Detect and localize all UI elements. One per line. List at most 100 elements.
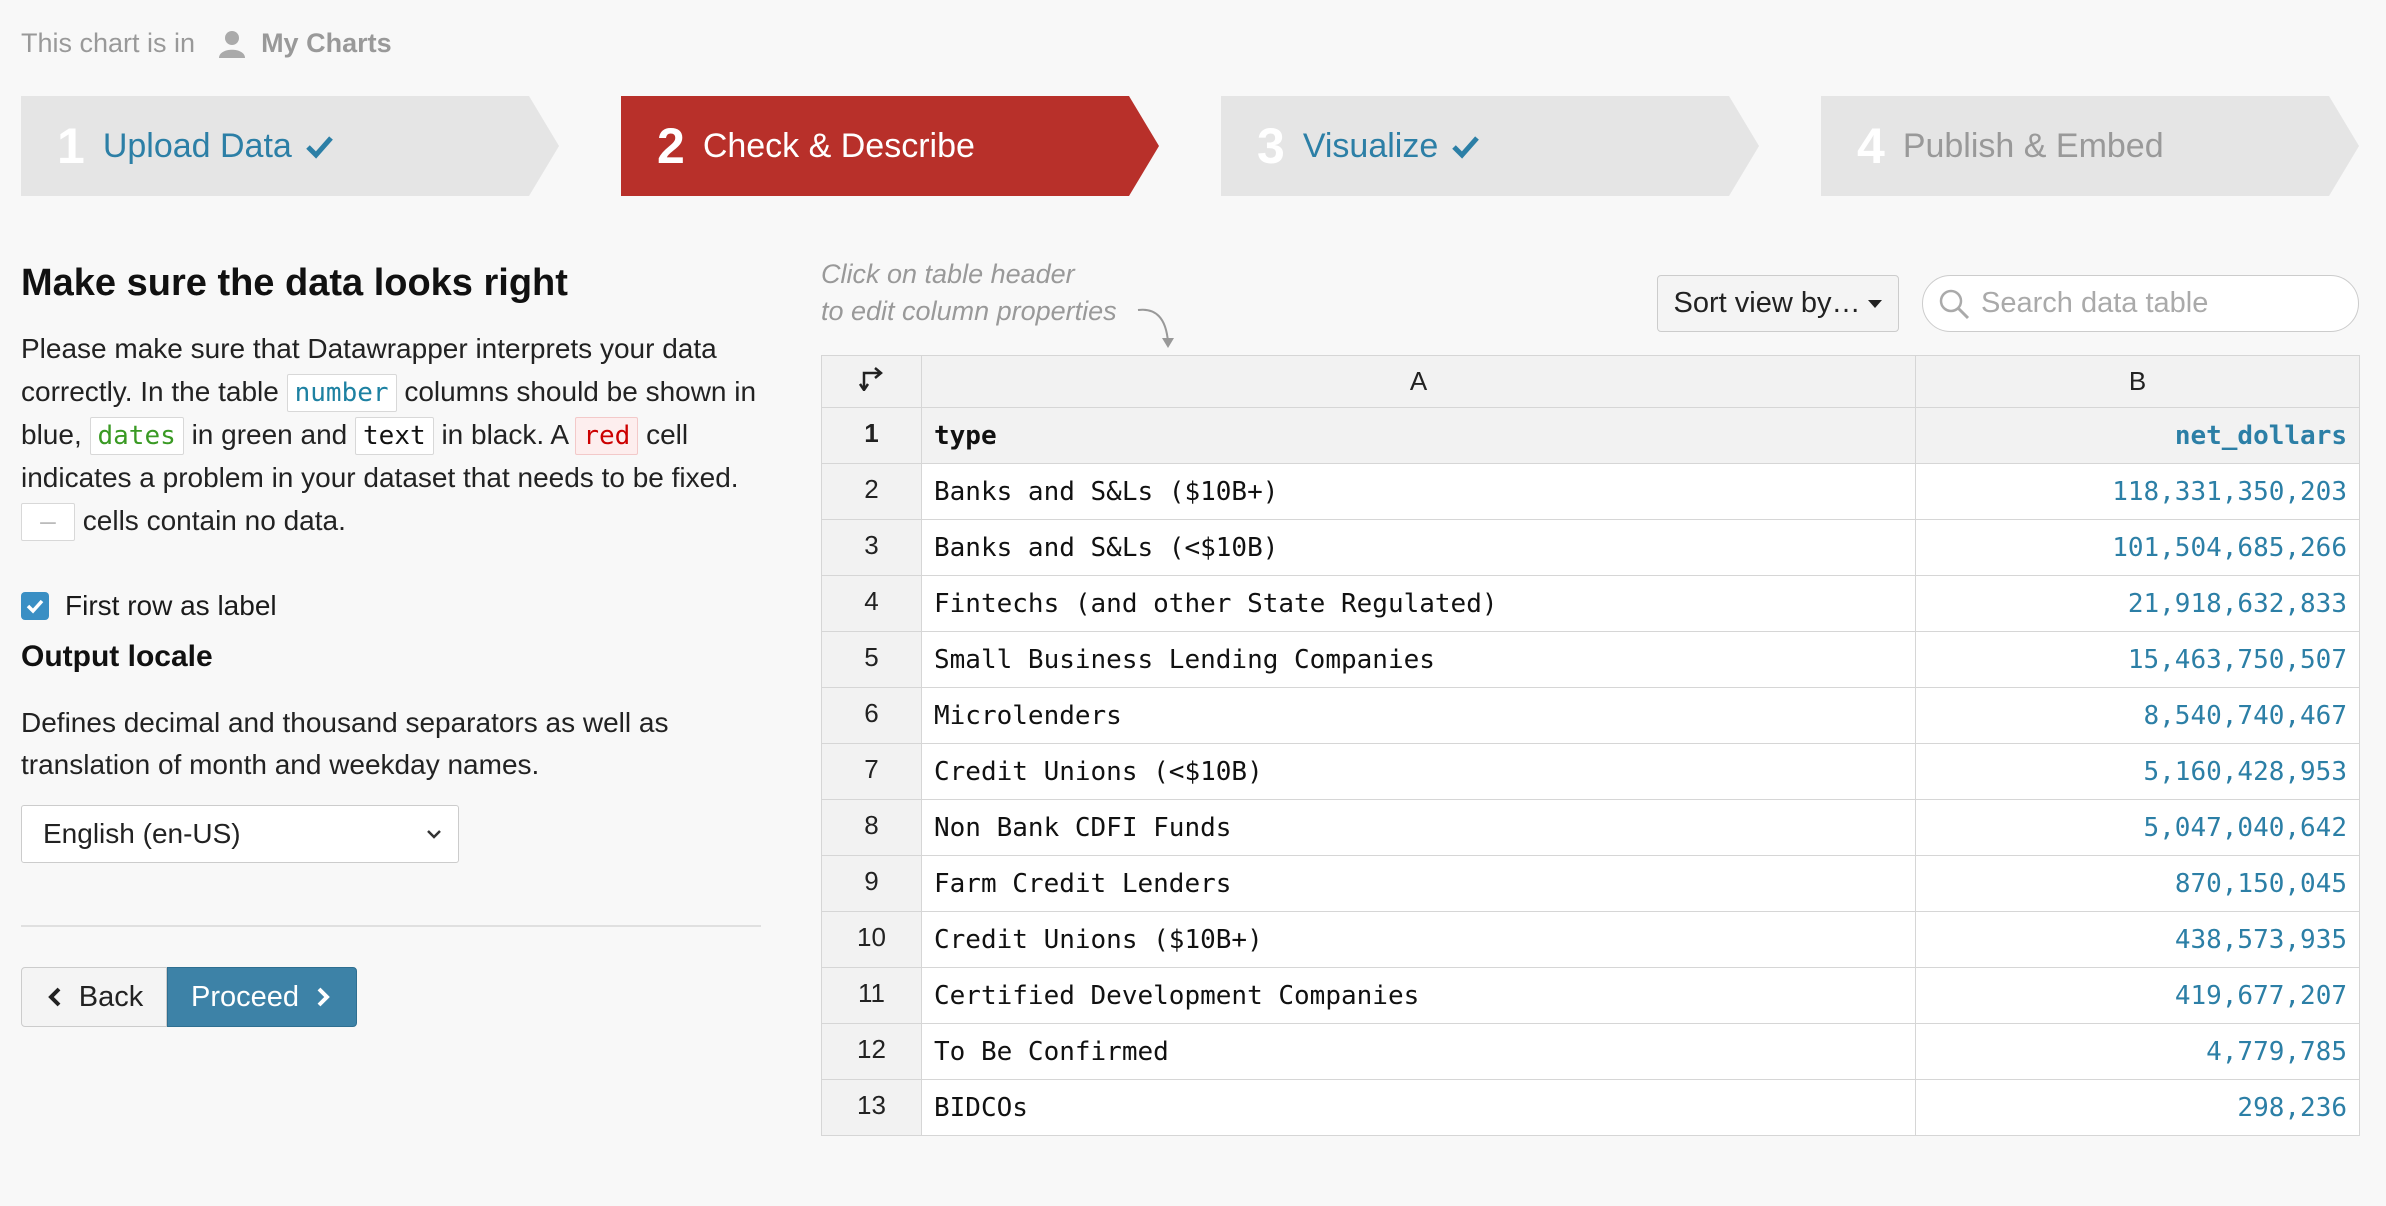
table-row: 4 Fintechs (and other State Regulated) 21,…: [821, 575, 2360, 632]
table-row: 10 Credit Unions ($10B+) 438,573,935: [821, 911, 2360, 968]
cell-type[interactable]: Microlenders: [921, 687, 1916, 744]
step-check-describe[interactable]: 2 Check & Describe: [621, 96, 1159, 196]
data-table: A B 1 type net_dollars 2 Banks and S&Ls ($10…: [821, 355, 2360, 1136]
cell-net-dollars[interactable]: 101,504,685,266: [1915, 519, 2360, 576]
cell-type[interactable]: Fintechs (and other State Regulated): [921, 575, 1916, 632]
hint-line: to edit column properties: [821, 296, 1117, 326]
row-number: 3: [821, 519, 922, 576]
proceed-label: Proceed: [190, 980, 299, 1013]
cell-type[interactable]: Farm Credit Lenders: [921, 855, 1916, 912]
cell-net-dollars[interactable]: 4,779,785: [1915, 1023, 2360, 1080]
intro-part: in green and: [191, 419, 348, 450]
step-publish-embed[interactable]: 4 Publish & Embed: [1821, 96, 2359, 196]
sort-label: Sort view by…: [1673, 287, 1861, 319]
intro-text: Please make sure that Datawrapper interp…: [21, 327, 781, 542]
curved-arrow-icon: [1137, 308, 1174, 348]
step-label: Publish & Embed: [1902, 126, 2164, 165]
cell-net-dollars[interactable]: 8,540,740,467: [1915, 687, 2360, 744]
cell-type[interactable]: Non Bank CDFI Funds: [921, 799, 1916, 856]
back-button[interactable]: Back: [21, 967, 167, 1027]
first-row-label: First row as label: [65, 590, 277, 621]
step-label: Upload Data: [102, 126, 292, 165]
describe-panel: Make sure the data looks right Please ma…: [21, 262, 761, 542]
cell-type[interactable]: Credit Unions (<$10B): [921, 743, 1916, 800]
table-hint: Click on table header to edit column pro…: [821, 256, 1117, 330]
step-upload-data[interactable]: 1 Upload Data: [21, 96, 559, 196]
first-row-label-toggle[interactable]: First row as label: [21, 590, 277, 622]
number-tag: number: [286, 374, 397, 412]
search-input[interactable]: Search data table: [1922, 275, 2359, 332]
row-number: 4: [821, 575, 922, 632]
text-tag: text: [355, 417, 434, 455]
back-label: Back: [78, 980, 144, 1013]
table-row: 12 To Be Confirmed 4,779,785: [821, 1023, 2360, 1080]
table-row: 6 Microlenders 8,540,740,467: [821, 687, 2360, 744]
cell-net-dollars[interactable]: 298,236: [1915, 1079, 2360, 1136]
transpose-icon: [858, 367, 883, 393]
row-number: 2: [821, 463, 922, 520]
row-number: 11: [821, 967, 922, 1024]
table-header-row: 1 type net_dollars: [821, 407, 2360, 464]
table-row: 8 Non Bank CDFI Funds 5,047,040,642: [821, 799, 2360, 856]
cell-type[interactable]: Banks and S&Ls ($10B+): [921, 463, 1916, 520]
locale-heading: Output locale: [21, 640, 213, 673]
chart-location: This chart is in My Charts: [21, 28, 392, 59]
column-header-a[interactable]: A: [921, 355, 1916, 408]
caret-down-icon: [1868, 299, 1883, 308]
step-number: 4: [1857, 118, 1885, 174]
transpose-button[interactable]: [821, 355, 922, 408]
intro-part: cells contain no data.: [82, 505, 346, 536]
cell-type[interactable]: Credit Unions ($10B+): [921, 911, 1916, 968]
page-title: Make sure the data looks right: [21, 262, 568, 304]
empty-tag: —: [21, 503, 75, 541]
search-placeholder: Search data table: [1981, 287, 2209, 319]
row-number: 6: [821, 687, 922, 744]
cell-type[interactable]: BIDCOs: [921, 1079, 1916, 1136]
cell-net-dollars[interactable]: 21,918,632,833: [1915, 575, 2360, 632]
row-number: 8: [821, 799, 922, 856]
table-row: 7 Credit Unions (<$10B) 5,160,428,953: [821, 743, 2360, 800]
proceed-button[interactable]: Proceed: [167, 967, 357, 1027]
cell-net-dollars[interactable]: 870,150,045: [1915, 855, 2360, 912]
cell-type[interactable]: Certified Development Companies: [921, 967, 1916, 1024]
chevron-down-icon: [427, 830, 441, 839]
row-number: 12: [821, 1023, 922, 1080]
step-number: 2: [657, 118, 685, 174]
check-icon: [306, 136, 333, 159]
folder-link[interactable]: My Charts: [261, 28, 392, 59]
cell-type[interactable]: type: [921, 407, 1916, 464]
check-icon: [1452, 136, 1480, 159]
row-number: 7: [821, 743, 922, 800]
table-row: 11 Certified Development Companies 419,677…: [821, 967, 2360, 1024]
table-row: 5 Small Business Lending Companies 15,463,…: [821, 631, 2360, 688]
table-row: 13 BIDCOs 298,236: [821, 1079, 2360, 1136]
chart-location-prefix: This chart is in: [21, 28, 196, 58]
locale-description: Defines decimal and thousand separators …: [21, 707, 669, 780]
cell-net-dollars[interactable]: 118,331,350,203: [1915, 463, 2360, 520]
column-header-b[interactable]: B: [1915, 355, 2360, 408]
locale-value: English (en-US): [43, 818, 241, 849]
check-icon: [26, 599, 44, 614]
cell-type[interactable]: Banks and S&Ls (<$10B): [921, 519, 1916, 576]
cell-net-dollars[interactable]: 438,573,935: [1915, 911, 2360, 968]
cell-type[interactable]: Small Business Lending Companies: [921, 631, 1916, 688]
first-row-checkbox[interactable]: [21, 592, 49, 620]
locale-select[interactable]: English (en-US): [21, 805, 459, 863]
row-number: 1: [821, 407, 922, 464]
step-label: Check & Describe: [702, 126, 975, 165]
row-number: 9: [821, 855, 922, 912]
row-number: 13: [821, 1079, 922, 1136]
cell-net-dollars[interactable]: 419,677,207: [1915, 967, 2360, 1024]
cell-net-dollars[interactable]: 5,160,428,953: [1915, 743, 2360, 800]
cell-net-dollars[interactable]: 5,047,040,642: [1915, 799, 2360, 856]
step-visualize[interactable]: 3 Visualize: [1221, 96, 1759, 196]
hint-line: Click on table header: [821, 259, 1075, 289]
cell-type[interactable]: To Be Confirmed: [921, 1023, 1916, 1080]
cell-net-dollars[interactable]: net_dollars: [1915, 407, 2360, 464]
sort-view-button[interactable]: Sort view by…: [1657, 275, 1899, 332]
table-row: 9 Farm Credit Lenders 870,150,045: [821, 855, 2360, 912]
step-label: Visualize: [1302, 126, 1439, 165]
intro-part: in black. A: [441, 419, 568, 450]
user-icon: [217, 29, 247, 59]
cell-net-dollars[interactable]: 15,463,750,507: [1915, 631, 2360, 688]
